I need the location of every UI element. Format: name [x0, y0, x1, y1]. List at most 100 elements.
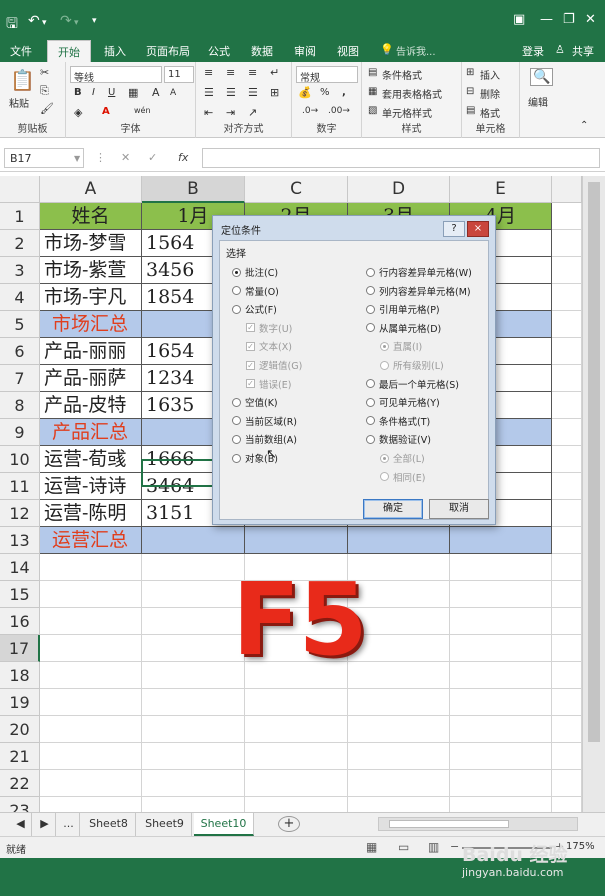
radio-icon[interactable] [232, 397, 241, 407]
cell-f10[interactable] [552, 446, 582, 473]
col-header-a[interactable]: A [40, 176, 142, 203]
option-right-7[interactable]: 可见单元格(Y) [366, 395, 440, 409]
conditional-format-button[interactable]: 条件格式 [382, 67, 422, 82]
cell-a8[interactable]: 产品-皮特 [40, 392, 142, 419]
add-sheet-button[interactable]: + [278, 816, 300, 832]
radio-icon[interactable] [366, 416, 375, 426]
comma-button[interactable]: , [342, 87, 346, 98]
cell-f6[interactable] [552, 338, 582, 365]
tab-view[interactable]: 视图 [337, 43, 359, 59]
cell-f2[interactable] [552, 230, 582, 257]
tab-home[interactable]: 开始 [47, 40, 91, 62]
cell-f16[interactable] [552, 608, 582, 635]
row-header-20[interactable]: 20 [0, 716, 40, 743]
share-button[interactable]: 共享 [572, 43, 594, 59]
row-header-21[interactable]: 21 [0, 743, 40, 770]
cell-b17[interactable] [142, 635, 245, 662]
cell-e15[interactable] [450, 581, 552, 608]
login-link[interactable]: 登录 [522, 43, 544, 59]
cell-f12[interactable] [552, 500, 582, 527]
cell-a21[interactable] [40, 743, 142, 770]
cancel-button[interactable]: 取消 [429, 499, 489, 519]
cell-f18[interactable] [552, 662, 582, 689]
radio-icon[interactable] [232, 416, 241, 426]
row-header-2[interactable]: 2 [0, 230, 40, 257]
row-header-16[interactable]: 16 [0, 608, 40, 635]
paste-button[interactable]: 粘贴 [9, 95, 29, 110]
row-header-15[interactable]: 15 [0, 581, 40, 608]
tab-formulas[interactable]: 公式 [208, 43, 230, 59]
cell-a15[interactable] [40, 581, 142, 608]
copy-icon[interactable]: ⎘ [40, 84, 49, 98]
increase-decimal-icon[interactable]: .0→ [302, 106, 318, 116]
cell-a20[interactable] [40, 716, 142, 743]
decrease-indent-icon[interactable]: ⇤ [204, 106, 213, 119]
page-break-view-icon[interactable]: ▥ [428, 840, 439, 854]
cell-b22[interactable] [142, 770, 245, 797]
cell-e18[interactable] [450, 662, 552, 689]
formula-input[interactable] [202, 148, 600, 168]
radio-icon[interactable] [366, 397, 375, 407]
option-right-1[interactable]: 列内容差异单元格(M) [366, 284, 471, 298]
cell-e20[interactable] [450, 716, 552, 743]
cell-e14[interactable] [450, 554, 552, 581]
cell-f14[interactable] [552, 554, 582, 581]
delete-button[interactable]: 删除 [480, 86, 500, 101]
cell-a10[interactable]: 运营-荀彧 [40, 446, 142, 473]
cell-d21[interactable] [348, 743, 450, 770]
font-shrink-icon[interactable]: A [170, 88, 176, 98]
customize-icon[interactable]: ▾ [92, 16, 97, 26]
row-header-12[interactable]: 12 [0, 500, 40, 527]
row-header-9[interactable]: 9 [0, 419, 40, 446]
cell-b20[interactable] [142, 716, 245, 743]
cell-a13[interactable]: 运营汇总 [40, 527, 142, 554]
row-header-3[interactable]: 3 [0, 257, 40, 284]
option-left-0[interactable]: 批注(C) [232, 265, 278, 279]
cell-b19[interactable] [142, 689, 245, 716]
cell-b15[interactable] [142, 581, 245, 608]
cell-f13[interactable] [552, 527, 582, 554]
radio-icon[interactable] [232, 304, 241, 314]
tab-page-layout[interactable]: 页面布局 [146, 43, 190, 59]
row-header-8[interactable]: 8 [0, 392, 40, 419]
row-header-17[interactable]: 17 [0, 635, 40, 662]
cell-b14[interactable] [142, 554, 245, 581]
sheet-tab-sheet9[interactable]: Sheet9 [138, 813, 192, 836]
cell-a12[interactable]: 运营-陈明 [40, 500, 142, 527]
option-right-6[interactable]: 最后一个单元格(S) [366, 377, 459, 391]
option-left-1[interactable]: 常量(O) [232, 284, 279, 298]
cell-d19[interactable] [348, 689, 450, 716]
cell-c22[interactable] [245, 770, 348, 797]
cell-a19[interactable] [40, 689, 142, 716]
normal-view-icon[interactable]: ▦ [366, 840, 377, 854]
format-as-table-button[interactable]: 套用表格格式 [382, 86, 442, 101]
row-header-5[interactable]: 5 [0, 311, 40, 338]
cell-f19[interactable] [552, 689, 582, 716]
cell-a3[interactable]: 市场-紫萱 [40, 257, 142, 284]
bold-button[interactable]: B [74, 87, 82, 98]
enter-icon[interactable]: ✓ [148, 151, 157, 164]
sheet-tab-sheet10[interactable]: Sheet10 [194, 813, 254, 836]
cell-d13[interactable] [348, 527, 450, 554]
minimize-icon[interactable]: — [540, 12, 553, 27]
cell-a11[interactable]: 运营-诗诗 [40, 473, 142, 500]
cell-e21[interactable] [450, 743, 552, 770]
name-box[interactable]: B17 [4, 148, 84, 168]
cell-d22[interactable] [348, 770, 450, 797]
radio-icon[interactable] [232, 267, 241, 277]
cell-f1[interactable] [552, 203, 582, 230]
phonetic-button[interactable]: wén [134, 106, 151, 115]
radio-icon[interactable] [366, 379, 375, 389]
radio-icon[interactable] [366, 286, 375, 296]
more-sheets-button[interactable]: ... [58, 813, 80, 836]
radio-icon[interactable] [366, 323, 375, 333]
cell-f4[interactable] [552, 284, 582, 311]
number-format-select[interactable]: 常规 [296, 66, 358, 84]
cell-b18[interactable] [142, 662, 245, 689]
option-left-7[interactable]: 空值(K) [232, 395, 278, 409]
cell-f17[interactable] [552, 635, 582, 662]
zoom-level[interactable]: 175% [566, 841, 595, 852]
orientation-icon[interactable]: ↗ [248, 106, 257, 119]
format-button[interactable]: 格式 [480, 105, 500, 120]
currency-icon[interactable]: 💰 [298, 86, 312, 99]
